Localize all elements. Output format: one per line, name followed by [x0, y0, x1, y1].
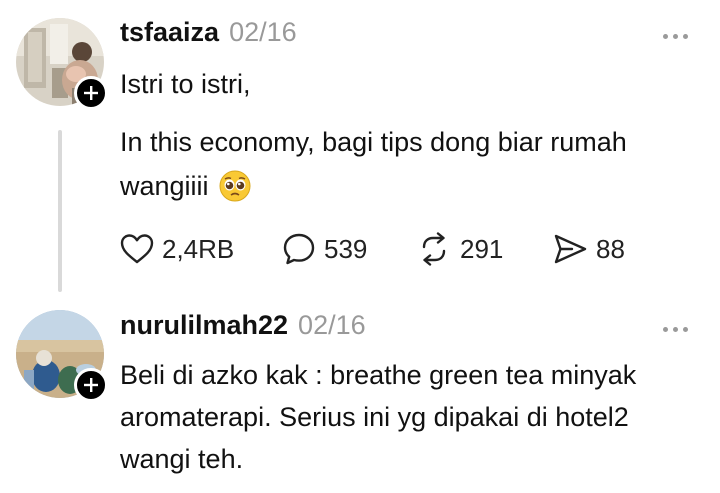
repost-icon	[416, 232, 452, 266]
like-count: 2,4RB	[162, 233, 235, 264]
repost-count: 291	[460, 233, 504, 264]
more-dots-icon[interactable]	[663, 34, 688, 39]
share-button[interactable]: 88	[552, 232, 625, 266]
post-header: nurulilmah22 02/16	[120, 310, 366, 341]
timestamp: 02/16	[298, 310, 366, 340]
reply-button[interactable]: 539	[282, 232, 416, 266]
avatar-nurulilmah22-wrap[interactable]	[16, 310, 108, 402]
post-header: tsfaaiza 02/16	[120, 17, 297, 48]
post-text-line-2: In this economy, bagi tips dong biar rum…	[120, 127, 627, 157]
avatar-tsfaaiza-wrap[interactable]	[16, 18, 108, 110]
reply-text-line-3: wangi teh.	[120, 444, 244, 474]
post-text-line-1: Istri to istri,	[120, 69, 251, 99]
follow-plus-icon[interactable]	[74, 76, 108, 110]
reply-count: 539	[324, 233, 368, 264]
timestamp: 02/16	[229, 17, 297, 47]
action-bar: 2,4RB 539 291 88	[120, 232, 625, 266]
post-tsfaaiza: tsfaaiza 02/16 Istri to istri, In this e…	[0, 0, 720, 300]
username[interactable]: nurulilmah22	[120, 310, 288, 341]
share-count: 88	[596, 233, 625, 264]
send-icon	[552, 232, 588, 266]
like-button[interactable]: 2,4RB	[120, 233, 282, 265]
thread-line	[58, 130, 62, 292]
post-nurulilmah22: nurulilmah22 02/16 Beli di azko kak : br…	[0, 300, 720, 493]
post-text-line-3: wangiiii	[120, 171, 209, 201]
more-dots-icon[interactable]	[663, 327, 688, 332]
reply-text-line-1: Beli di azko kak : breathe green tea min…	[120, 360, 637, 390]
post-text-line-3-row: wangiiii	[120, 164, 251, 208]
username[interactable]: tsfaaiza	[120, 17, 219, 48]
reply-text-line-2: aromaterapi. Serius ini yg dipakai di ho…	[120, 402, 629, 432]
heart-icon	[120, 233, 154, 265]
pleading-face-emoji	[219, 170, 251, 202]
repost-button[interactable]: 291	[416, 232, 552, 266]
follow-plus-icon[interactable]	[74, 368, 108, 402]
comment-bubble-icon	[282, 232, 316, 266]
